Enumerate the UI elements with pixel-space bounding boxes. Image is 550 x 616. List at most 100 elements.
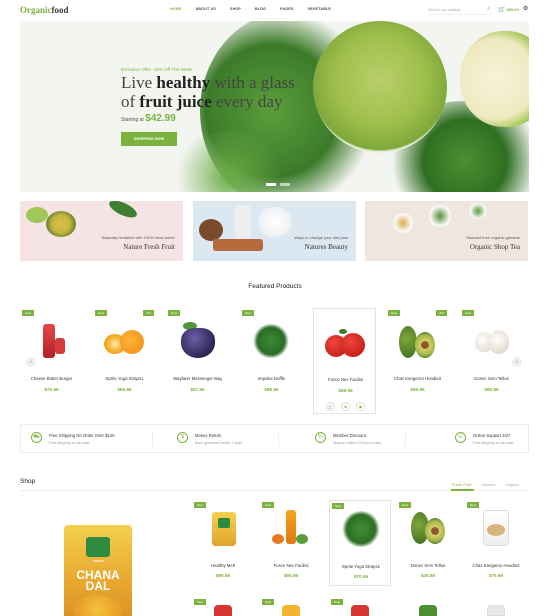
product-name[interactable]: Impulse Duffle — [240, 376, 303, 381]
gear-icon[interactable]: ⚙ — [523, 5, 528, 12]
add-to-cart-icon[interactable]: 🛒 — [326, 402, 335, 411]
slider-dot[interactable] — [266, 183, 276, 186]
product-card-hovered[interactable]: Fusce Nec Facilisi $88.66 🛒 ⇆ ◉ — [313, 308, 376, 414]
cinnamon-image — [213, 239, 263, 251]
service-title: Member Discount — [333, 433, 366, 438]
support-icon: ☏ — [455, 432, 466, 443]
nav-blog[interactable]: Blog — [255, 7, 266, 11]
bag-name: CHANA DAL — [76, 568, 120, 593]
product-name[interactable]: Sprite Yoga Straps1 — [93, 376, 156, 381]
logo-part-1: Organic — [20, 5, 52, 15]
new-badge: New — [194, 502, 207, 508]
product-image — [272, 510, 310, 546]
product-image — [214, 605, 232, 616]
banner-title: Natures Beauty — [304, 243, 348, 251]
product-card[interactable] — [397, 597, 459, 616]
product-image — [282, 605, 300, 616]
divider — [152, 432, 153, 447]
service-subtitle: Free shipping on all order — [473, 441, 514, 445]
product-name[interactable]: Cheese Butter Burger — [20, 376, 83, 381]
product-image — [177, 322, 217, 358]
nav-about[interactable]: About Us — [196, 7, 216, 11]
sale-badge: -5% — [435, 310, 447, 316]
product-image — [325, 323, 365, 359]
search-input[interactable]: Search our catalog ⌕ — [428, 5, 492, 15]
service-item: ☏ Online Support 24/7 Free shipping on a… — [449, 429, 550, 451]
hero-starting-price: Starting at $42.99 — [121, 113, 176, 124]
new-badge: New — [168, 310, 181, 316]
flowers-image — [255, 207, 295, 237]
tab-organic[interactable]: Organic — [505, 482, 519, 487]
compare-icon[interactable]: ⇆ — [341, 402, 350, 411]
product-name[interactable]: Chaz Kangeroo Hoodie3 — [386, 376, 449, 381]
active-tab-indicator — [451, 489, 474, 491]
banner-organic-tea[interactable]: Sourced from organic gardens Organic Sho… — [365, 201, 528, 261]
tab-flowers[interactable]: Flowers — [481, 482, 495, 487]
logo-part-2: food — [51, 5, 69, 15]
product-name[interactable]: Donec Sem Tellus — [397, 563, 459, 568]
product-card[interactable]: New -5% Sprite Yoga Straps1 $65.66 — [93, 308, 156, 414]
nav-home[interactable]: Home — [170, 7, 182, 11]
product-card[interactable] — [465, 597, 527, 616]
product-name[interactable]: Wayfarer Messenger Bag — [166, 376, 229, 381]
product-card[interactable]: New — [192, 597, 254, 616]
new-badge: New — [194, 599, 207, 605]
product-card[interactable]: New -5% Chaz Kangeroo Hoodie3 $99.66 — [386, 308, 449, 414]
product-card[interactable]: New Donec Sem Tellus $45.66 — [397, 500, 459, 586]
product-name[interactable]: Sprite Yoga Straps1 — [330, 564, 392, 569]
banner-subtitle: Naturally revitalize with 100% shea butt… — [101, 235, 175, 240]
product-image — [471, 322, 511, 358]
hero-slider: Exclusive Offer -10% Off This Week Live … — [20, 21, 529, 192]
product-card[interactable]: New Wayfarer Messenger Bag $57.66 — [166, 308, 229, 414]
product-card[interactable]: New Healthy Melt $90.66 — [192, 500, 254, 586]
bottle-image — [235, 205, 251, 239]
product-card[interactable]: New Chaz Kangeroo Hoodie3 $75.66 — [465, 500, 527, 586]
product-name[interactable]: Fusce Nec Facilisi — [260, 563, 322, 568]
product-name[interactable]: Donec Sem Tellus — [460, 376, 523, 381]
cart-button[interactable]: 🛒 $65.00 — [498, 6, 519, 13]
nav-pages[interactable]: Pages — [280, 7, 293, 11]
product-image — [351, 605, 369, 616]
service-subtitle: Free shipping on all order — [49, 441, 90, 445]
service-title: Online Support 24/7 — [473, 433, 511, 438]
new-badge: New — [22, 310, 35, 316]
product-price: $50.66 — [283, 573, 299, 578]
divider — [278, 432, 279, 447]
banner-natures-beauty[interactable]: Ways to change your diet plan Natures Be… — [193, 201, 356, 261]
product-card[interactable]: New Cheese Butter Burger $75.66 — [20, 308, 83, 414]
truck-icon: ⛟ — [31, 432, 42, 443]
search-icon[interactable]: ⌕ — [487, 6, 490, 12]
tab-fresh-fruit[interactable]: Fresh Fruit — [452, 482, 471, 487]
quick-view-icon[interactable]: ◉ — [356, 402, 365, 411]
product-card[interactable]: New — [260, 597, 322, 616]
site-logo[interactable]: Organicfood — [20, 5, 69, 15]
product-price: $99.66 — [410, 387, 425, 392]
banner-title: Organic Shop Tea — [469, 243, 520, 251]
product-card-hovered[interactable]: New Sprite Yoga Straps1 $70.66 — [329, 500, 391, 586]
hero-headline-2: of fruit juice every day — [121, 92, 283, 111]
product-card[interactable]: New Impulse Duffle $95.66 — [240, 308, 303, 414]
product-price: $45.66 — [420, 573, 436, 578]
services-bar: ⛟ Free Shipping On Order Over $120 Free … — [20, 424, 529, 453]
chana-dal-product-image[interactable]: ANGUR CHANA DAL — [64, 525, 132, 616]
product-name[interactable]: Chaz Kangeroo Hoodie3 — [465, 563, 527, 568]
shop-tabs: Fresh Fruit Flowers Organic — [452, 482, 519, 487]
sale-badge: -5% — [142, 310, 154, 316]
new-badge: New — [262, 599, 275, 605]
nav-shop[interactable]: Shop — [230, 7, 241, 11]
leaf-image — [106, 201, 140, 221]
product-price: $88.66 — [338, 388, 353, 393]
product-image — [342, 511, 380, 547]
product-card[interactable]: New Fusce Nec Facilisi $50.66 — [260, 500, 322, 586]
product-name[interactable]: Fusce Nec Facilisi — [314, 377, 377, 382]
product-price: $57.66 — [190, 387, 205, 392]
product-name[interactable]: Healthy Melt — [192, 563, 254, 568]
shop-now-button[interactable]: Shopping Now — [121, 132, 177, 146]
product-card[interactable]: New Donec Sem Tellus $80.66 — [460, 308, 523, 414]
nav-vegetable[interactable]: Vegetable — [307, 7, 331, 11]
product-card[interactable]: New — [329, 597, 391, 616]
slider-dot[interactable] — [280, 183, 290, 186]
tea-leaves-image — [429, 205, 451, 227]
banner-title: Nature Fresh Fruit — [123, 243, 175, 251]
banner-fresh-fruit[interactable]: Naturally revitalize with 100% shea butt… — [20, 201, 183, 261]
